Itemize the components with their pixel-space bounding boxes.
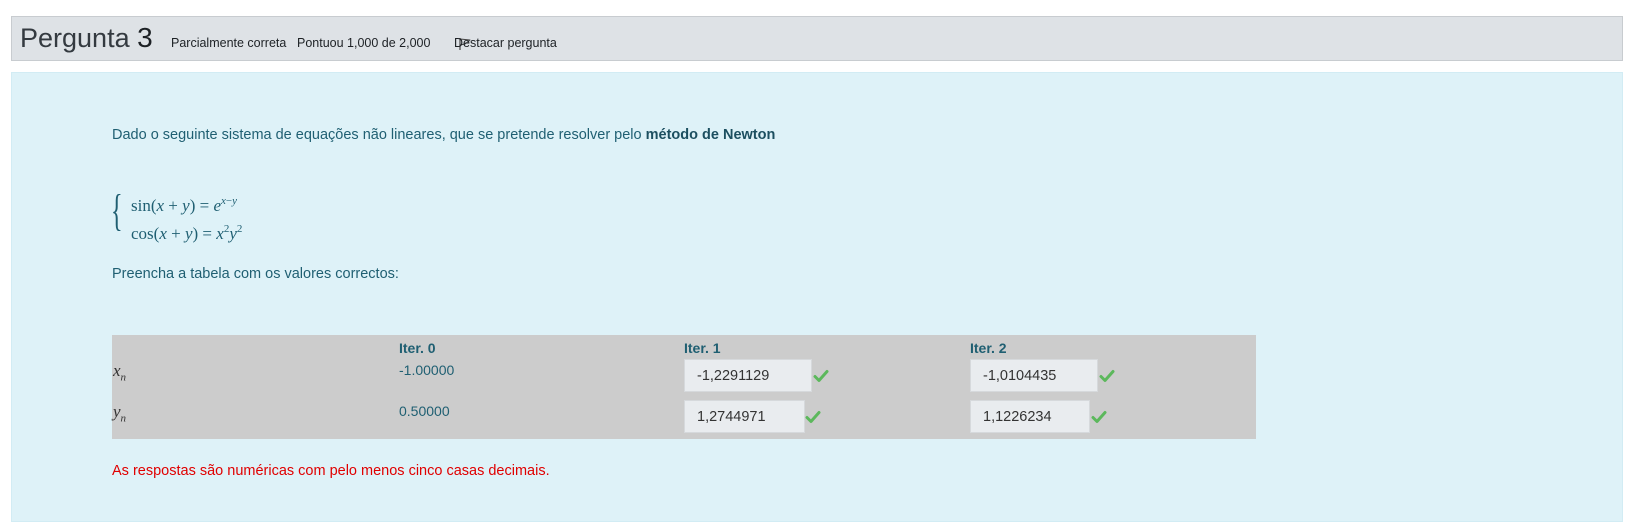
question-number: 3 xyxy=(137,22,153,53)
question-content: Dado o seguinte sistema de equações não … xyxy=(11,72,1623,522)
row-var: x xyxy=(113,361,121,380)
header-iter-0: Iter. 0 xyxy=(399,340,436,356)
question-word: Pergunta xyxy=(20,23,130,53)
answer-table: Iter. 0 Iter. 1 Iter. 2 xn -1.00000 yn 0… xyxy=(112,335,1256,439)
xn-iter1-input[interactable] xyxy=(684,359,812,392)
row-sub: n xyxy=(120,371,127,384)
check-icon xyxy=(1099,370,1115,382)
question-header: Pergunta 3 Parcialmente correta Pontuou … xyxy=(11,16,1623,61)
numeric-answer-note: As respostas são numéricas com pelo meno… xyxy=(112,463,550,479)
equation-brace: { xyxy=(111,186,123,235)
row-sub: n xyxy=(120,412,127,425)
header-iter-2: Iter. 2 xyxy=(970,340,1007,356)
question-title: Pergunta 3 xyxy=(20,22,153,54)
question-grade: Pontuou 1,000 de 2,000 xyxy=(297,36,431,50)
question-intro: Dado o seguinte sistema de equações não … xyxy=(112,127,775,143)
xn-iter2-input[interactable] xyxy=(970,359,1098,392)
equation-system: { sin(x + y) = ex−y cos(x + y) = x2y2 xyxy=(111,186,281,251)
fill-instruction: Preencha a tabela com os valores correct… xyxy=(112,266,399,282)
yn-iter0-value: 0.50000 xyxy=(399,403,450,419)
row-label-yn: yn xyxy=(113,402,126,424)
yn-iter1-input[interactable] xyxy=(684,400,805,433)
equation-2: cos(x + y) = x2y2 xyxy=(131,223,243,243)
check-icon xyxy=(805,411,821,423)
xn-iter0-value: -1.00000 xyxy=(399,362,455,378)
intro-text: Dado o seguinte sistema de equações não … xyxy=(112,127,646,143)
check-icon xyxy=(813,370,829,382)
flag-question-link[interactable]: Destacar pergunta xyxy=(454,36,557,50)
intro-method-name: método de Newton xyxy=(645,127,776,143)
row-label-xn: xn xyxy=(113,361,126,383)
yn-iter2-input[interactable] xyxy=(970,400,1090,433)
check-icon xyxy=(1091,411,1107,423)
question-state: Parcialmente correta xyxy=(171,36,287,50)
row-var: y xyxy=(113,402,121,421)
equation-1: sin(x + y) = ex−y xyxy=(131,195,237,215)
header-iter-1: Iter. 1 xyxy=(684,340,721,356)
